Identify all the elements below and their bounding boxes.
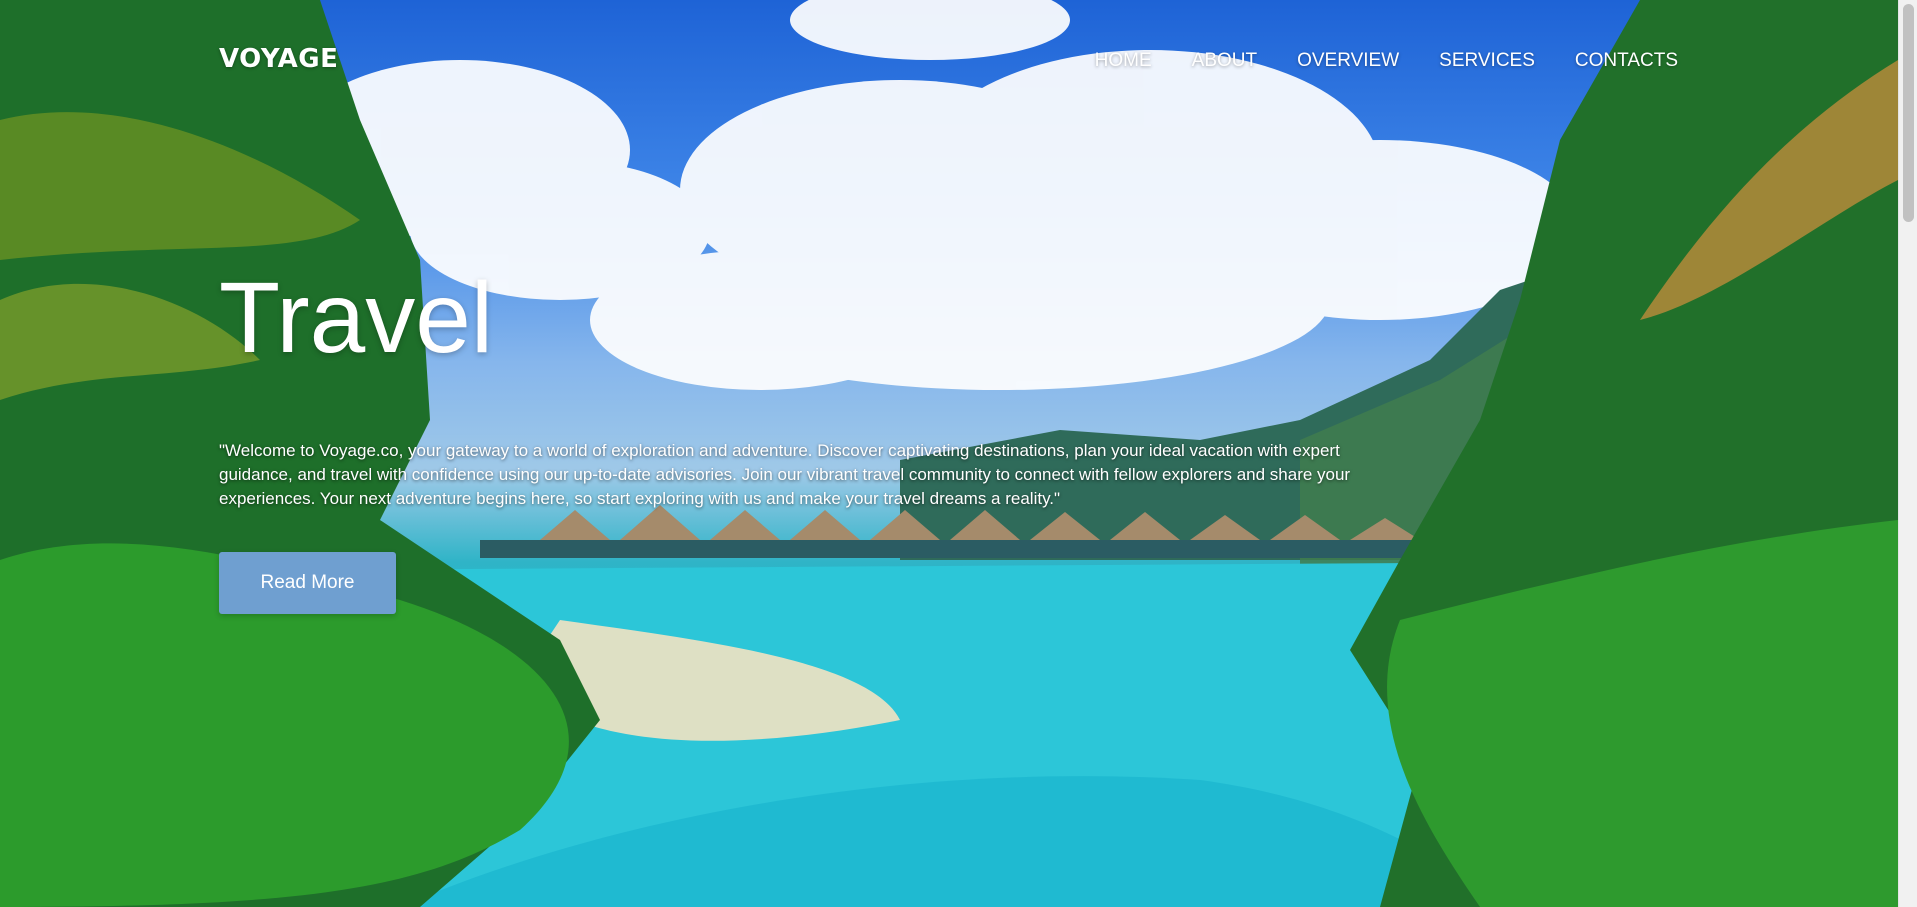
hero-section: VOYAGE HOME ABOUT OVERVIEW SERVICES CONT…	[0, 0, 1898, 907]
hero-description: "Welcome to Voyage.co, your gateway to a…	[219, 441, 1351, 508]
hero-title: Travel	[219, 262, 494, 374]
nav-contacts[interactable]: CONTACTS	[1575, 50, 1678, 72]
main-nav: HOME ABOUT OVERVIEW SERVICES CONTACTS	[1095, 50, 1678, 72]
scrollbar-thumb[interactable]	[1903, 4, 1914, 222]
nav-overview[interactable]: OVERVIEW	[1297, 50, 1399, 72]
brand-logo[interactable]: VOYAGE	[219, 44, 338, 74]
read-more-button[interactable]: Read More	[219, 552, 396, 614]
nav-home[interactable]: HOME	[1095, 50, 1152, 72]
nav-about[interactable]: ABOUT	[1192, 50, 1257, 72]
nav-services[interactable]: SERVICES	[1439, 50, 1535, 72]
page-scrollbar[interactable]	[1898, 0, 1917, 907]
